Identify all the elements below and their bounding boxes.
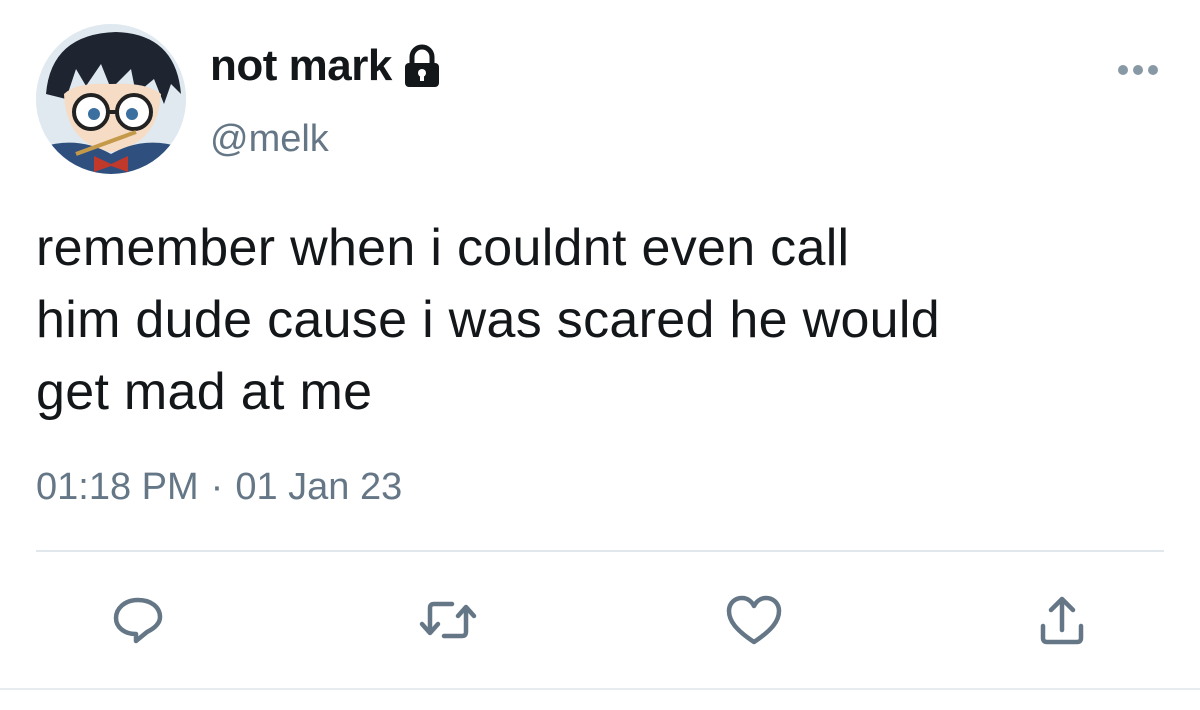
bottom-divider	[0, 688, 1200, 690]
lock-icon	[402, 44, 442, 88]
tweet-card: not mark @melk remember when i couldnt e…	[0, 0, 1200, 710]
share-icon	[1034, 592, 1090, 653]
user-handle[interactable]: @melk	[210, 118, 329, 161]
heart-icon	[724, 592, 784, 653]
tweet-text-line: him dude cause i was scared he would	[36, 291, 940, 349]
more-icon[interactable]	[1116, 60, 1160, 80]
name-row: not mark	[210, 38, 442, 94]
tweet-text-line: remember when i couldnt even call	[36, 219, 850, 277]
tweet-text-line: get mad at me	[36, 363, 373, 421]
display-name[interactable]: not mark	[210, 41, 392, 91]
avatar[interactable]	[36, 24, 186, 174]
action-bar	[0, 592, 1200, 652]
tweet-date: 01 Jan 23	[235, 466, 403, 508]
timestamp-separator: ·	[210, 466, 224, 508]
retweet-button[interactable]	[418, 592, 478, 652]
tweet-timestamp[interactable]: 01:18 PM · 01 Jan 23	[36, 466, 402, 509]
retweet-icon	[418, 592, 478, 653]
tweet-time: 01:18 PM	[36, 466, 199, 508]
tweet-text: remember when i couldnt even call him du…	[36, 212, 1166, 428]
avatar-illustration	[36, 24, 186, 174]
like-button[interactable]	[724, 592, 784, 652]
divider	[36, 550, 1164, 552]
share-button[interactable]	[1032, 592, 1092, 652]
reply-icon	[110, 592, 166, 653]
reply-button[interactable]	[108, 592, 168, 652]
